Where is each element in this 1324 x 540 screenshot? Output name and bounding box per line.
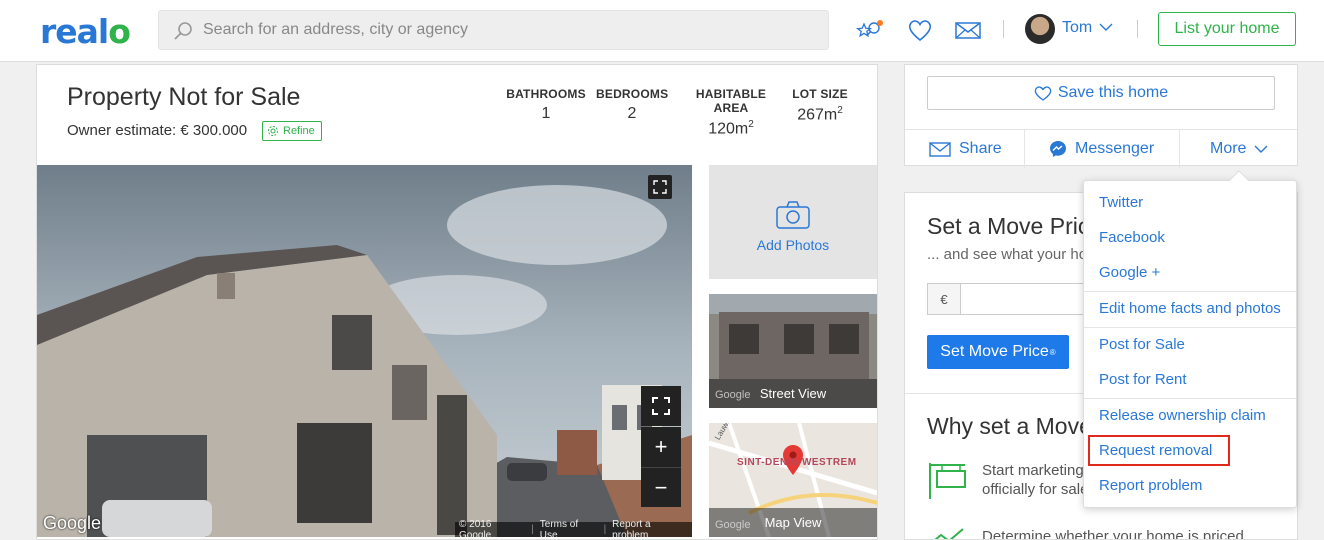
street-scene-image [37,165,692,537]
menu-divider [1084,327,1296,328]
menu-item-twitter[interactable]: Twitter [1099,194,1143,211]
search-input[interactable] [203,11,803,49]
envelope-icon [929,141,951,157]
heart-icon [1034,86,1052,101]
stat-bedrooms: BEDROOMS 2 [596,87,669,122]
page-title: Property Not for Sale [67,83,301,111]
zoom-in-button[interactable]: + [641,427,681,467]
fullscreen-icon [652,397,670,415]
for-sale-sign-icon [929,463,966,499]
move-price-subtitle: ... and see what your home [927,246,1108,263]
menu-divider [1084,291,1296,292]
menu-item-post-for-rent[interactable]: Post for Rent [1099,371,1187,388]
share-divider [1024,130,1025,168]
google-watermark: Google [715,519,751,531]
dropdown-arrow [1229,170,1249,190]
add-photos-label: Add Photos [756,237,830,253]
chevron-down-icon [1254,145,1268,153]
avatar[interactable] [1025,14,1055,44]
map-attribution: © 2016 Google | Terms of Use | Report a … [455,519,692,538]
map-area-label: SINT-DENIS-WESTREM [737,457,857,468]
header-divider [1137,20,1138,38]
share-row: Share Messenger More [905,129,1297,168]
mail-icon[interactable] [954,16,982,44]
menu-item-post-for-sale[interactable]: Post for Sale [1099,336,1185,353]
search-icon [174,22,192,40]
stat-habitable-area: HABITABLE AREA 120m2 [695,87,767,138]
chevron-down-icon [1099,23,1113,31]
map-view-tile[interactable]: Lauwstraat SINT-DENIS-WESTREM Map View G… [709,423,877,537]
zoom-out-button[interactable]: − [641,467,681,507]
share-divider [1179,130,1180,168]
save-share-box: Save this home Share Messenger More [904,64,1298,168]
gear-icon [268,126,278,136]
header-divider [1003,20,1004,38]
user-menu[interactable]: Tom [1062,19,1113,37]
site-header: realo Tom List your home [0,0,1324,62]
save-home-button[interactable]: Save this home [927,76,1275,110]
set-move-price-button[interactable]: Set Move Price ® [927,335,1069,369]
add-photos-tile[interactable]: Add Photos [709,165,877,279]
expand-icon [653,180,667,194]
stat-lot-size: LOT SIZE 267m2 [792,87,848,124]
saved-searches-icon[interactable] [855,16,883,44]
messenger-icon [1050,141,1066,157]
menu-divider [1084,398,1296,399]
street-view-tile[interactable]: Street View Google [709,294,877,408]
menu-item-report-problem[interactable]: Report problem [1099,477,1202,494]
more-button[interactable]: More [1210,130,1268,168]
google-logo: Google [43,513,102,533]
messenger-button[interactable]: Messenger [1049,130,1154,168]
more-dropdown-menu: Twitter Facebook Google + Edit home fact… [1083,170,1297,508]
stat-bathrooms: BATHROOMS 1 [506,87,586,122]
google-watermark: Google [715,389,751,401]
menu-item-google-plus[interactable]: Google + [1099,264,1160,281]
property-panel: Property Not for Sale Owner estimate: € … [36,64,878,540]
realo-logo[interactable]: realo [40,12,131,51]
refine-button[interactable]: Refine [262,121,322,141]
menu-item-release-ownership[interactable]: Release ownership claim [1099,407,1266,424]
menu-item-facebook[interactable]: Facebook [1099,229,1165,246]
fullscreen-button[interactable] [648,175,672,199]
street-view-fullscreen-button[interactable] [641,386,681,426]
move-price-title: Set a Move Price [927,213,1103,239]
camera-icon [776,201,810,229]
reason-text: Determine whether your home is priced [982,528,1244,540]
search-bar[interactable] [158,10,829,50]
chart-trend-icon [934,528,964,539]
heart-icon[interactable] [906,16,934,44]
report-problem-link[interactable]: Report a problem [612,519,688,538]
menu-item-edit-home-facts[interactable]: Edit home facts and photos [1099,300,1281,317]
menu-item-request-removal[interactable]: Request removal [1099,442,1212,459]
currency-addon: € [927,283,961,315]
list-your-home-button[interactable]: List your home [1158,12,1296,46]
share-button[interactable]: Share [929,130,1002,168]
terms-link[interactable]: Terms of Use [540,519,598,538]
street-view-photo[interactable]: + − Google © 2016 Google | Terms of Use … [37,165,692,537]
owner-estimate: Owner estimate: € 300.000 [67,122,248,139]
